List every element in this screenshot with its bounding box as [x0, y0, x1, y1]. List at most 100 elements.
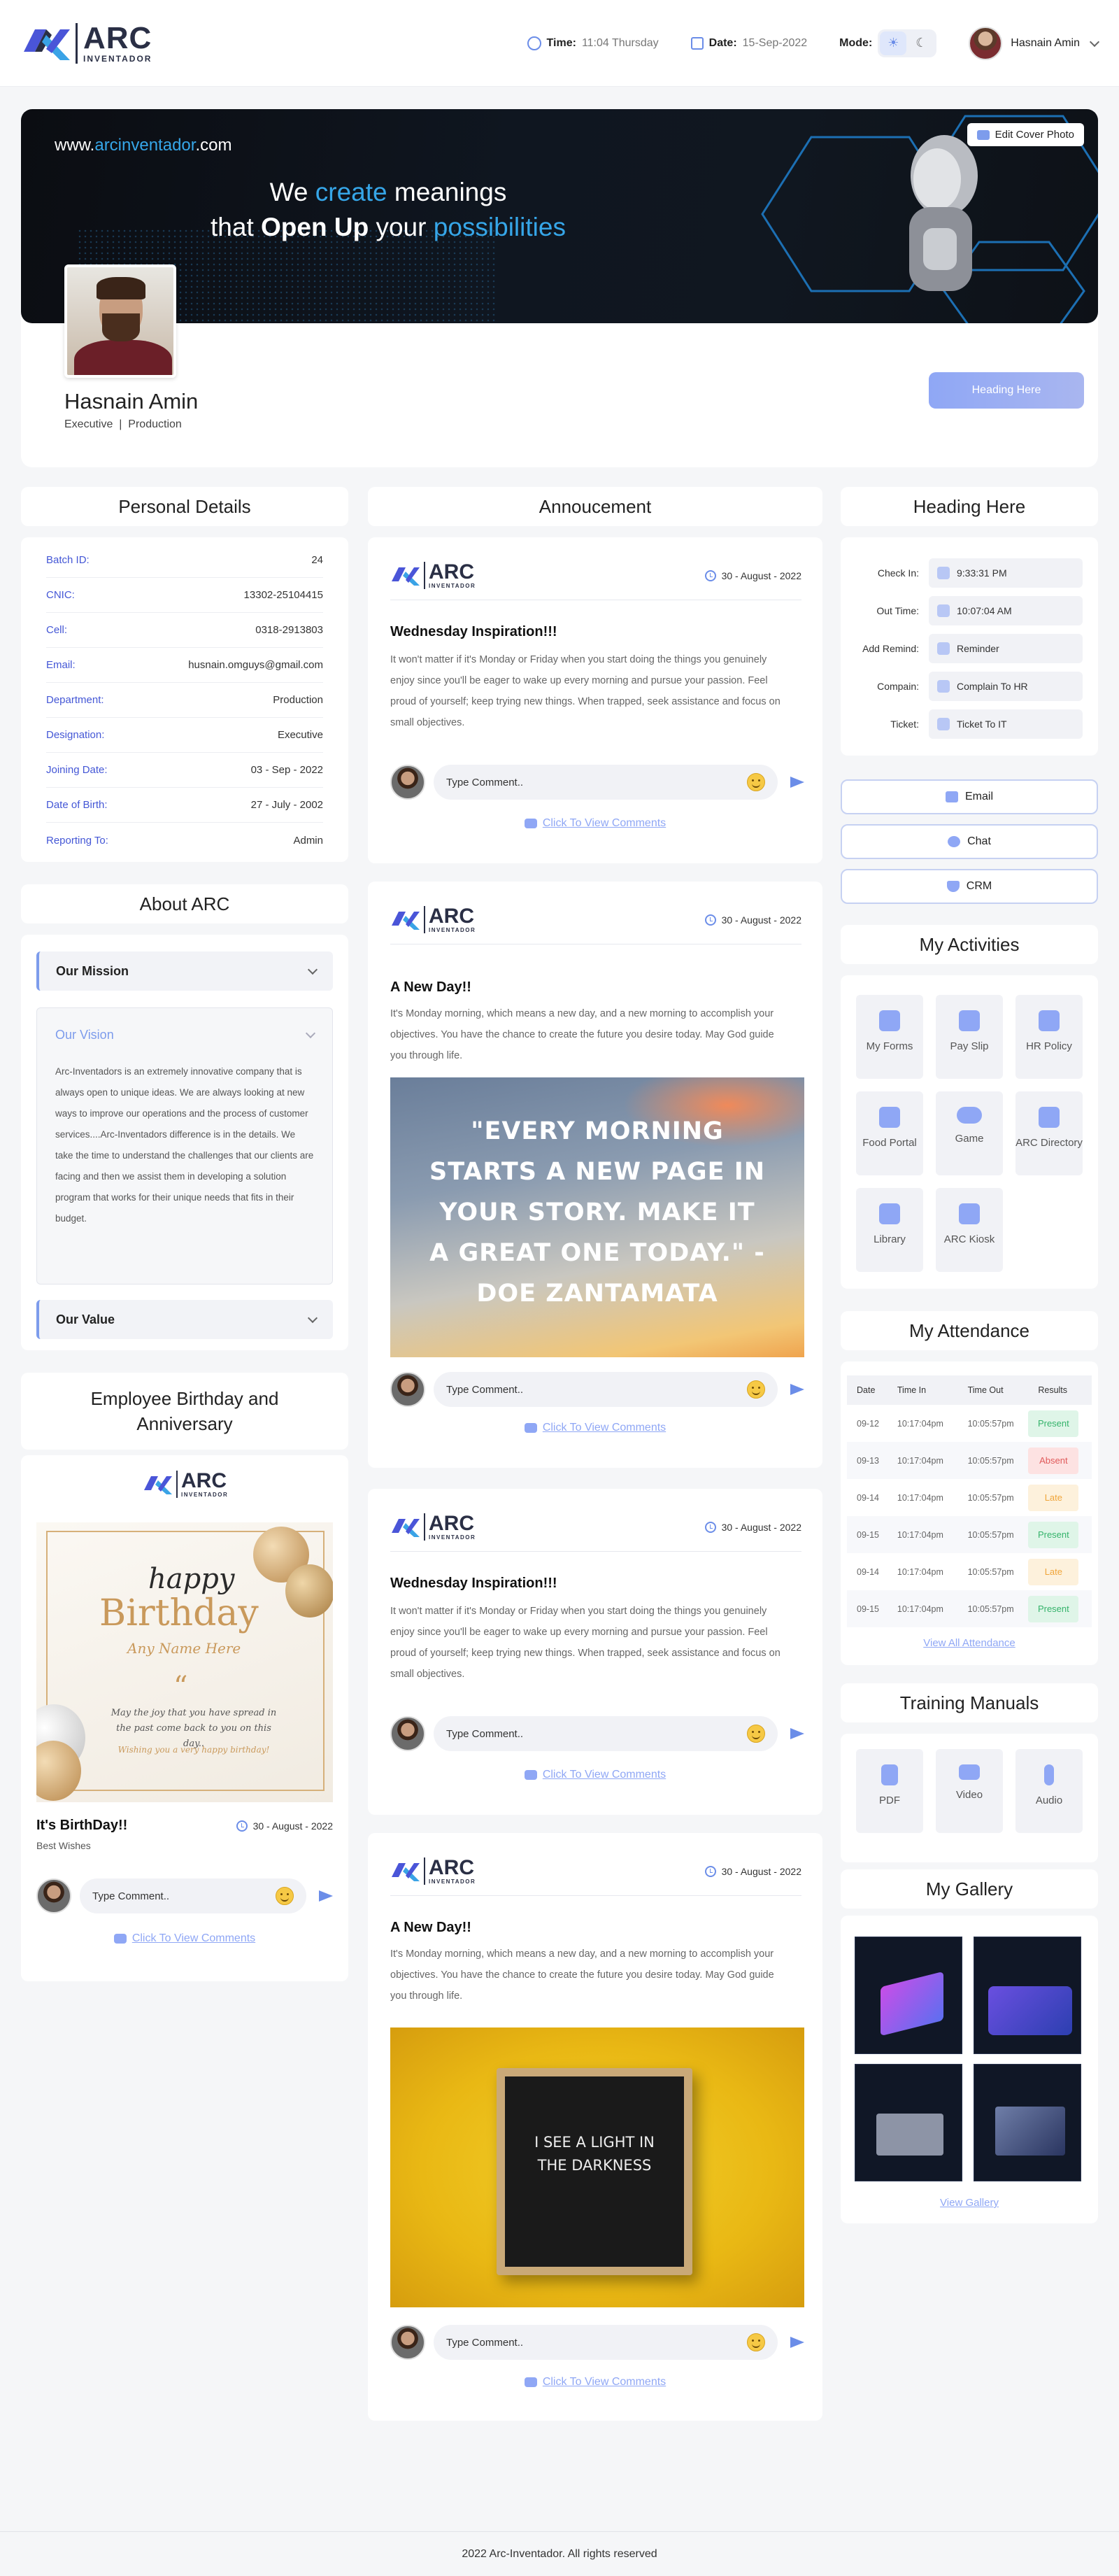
- birthday-card-image: happy Birthday Any Name Here “ May the j…: [36, 1522, 333, 1802]
- arc-logo: ARC INVENTADOR: [390, 1513, 476, 1541]
- detail-row: Cell: 0318-2913803: [46, 613, 323, 648]
- post-title: Wednesday Inspiration!!!: [390, 1576, 557, 1591]
- ticket-value: Ticket To IT: [957, 719, 1007, 730]
- post-title: A New Day!!: [390, 1920, 471, 1935]
- detail-label: Cell:: [46, 624, 68, 636]
- table-cell: 09-14: [857, 1566, 879, 1577]
- comment-input[interactable]: Type Comment..: [434, 1716, 778, 1751]
- emoji-icon[interactable]: [276, 1887, 294, 1905]
- send-icon[interactable]: [319, 1890, 333, 1902]
- quote-image-text: "EVERY MORNING STARTS A NEW PAGE IN YOUR…: [429, 1117, 766, 1308]
- view-comments-link[interactable]: Click To View Comments: [21, 1932, 348, 1945]
- detail-label: Reporting To:: [46, 834, 108, 847]
- remind-row[interactable]: Add Remind: Reminder: [841, 630, 1083, 667]
- arc-logo[interactable]: ARC INVENTADOR: [21, 21, 152, 66]
- cover-tagline-1: We create meanings: [269, 178, 507, 206]
- activity-library[interactable]: Library: [856, 1188, 923, 1272]
- detail-row: Batch ID: 24: [46, 543, 323, 578]
- send-icon[interactable]: [790, 2337, 804, 2348]
- activity-my-forms[interactable]: My Forms: [856, 995, 923, 1079]
- view-all-attendance-link[interactable]: View All Attendance: [847, 1637, 1092, 1649]
- activity-game[interactable]: Game: [936, 1091, 1003, 1175]
- emoji-icon[interactable]: [747, 2333, 765, 2351]
- send-icon[interactable]: [790, 1728, 804, 1739]
- emoji-icon[interactable]: [747, 1725, 765, 1743]
- table-cell: 10:17:04pm: [897, 1418, 943, 1429]
- time-value: 11:04 Thursday: [581, 36, 659, 49]
- clock-icon: [704, 914, 716, 926]
- logo-mark-icon: [392, 1862, 420, 1881]
- accordion-vision[interactable]: Our Vision Arc-Inventadors is an extreme…: [36, 1007, 333, 1285]
- post-date: 30 - August - 2022: [704, 1865, 801, 1877]
- activity-hr-policy[interactable]: HR Policy: [1015, 995, 1083, 1079]
- complain-row[interactable]: Compain: Complain To HR: [841, 667, 1083, 705]
- emoji-icon[interactable]: [747, 773, 765, 791]
- table-cell: 10:05:57pm: [967, 1566, 1014, 1577]
- bell-icon: [937, 642, 950, 655]
- table-row: 09-15 10:17:04pm 10:05:57pm Present: [847, 1516, 1092, 1553]
- view-gallery-link[interactable]: View Gallery: [841, 2197, 1098, 2209]
- detail-row: Reporting To: Admin: [46, 823, 323, 858]
- post-card: ARC INVENTADOR 30 - August - 2022 Wednesd…: [368, 537, 822, 863]
- comment-input[interactable]: Type Comment..: [434, 2325, 778, 2360]
- comment-input[interactable]: Type Comment..: [434, 765, 778, 800]
- activity-pay-slip[interactable]: Pay Slip: [936, 995, 1003, 1079]
- view-comments-link[interactable]: Click To View Comments: [368, 1422, 822, 1434]
- view-comments-link[interactable]: Click To View Comments: [368, 2376, 822, 2389]
- gallery-image[interactable]: [974, 1937, 1081, 2054]
- activities-title-card: My Activities: [841, 925, 1098, 964]
- gallery-image[interactable]: [974, 2064, 1081, 2181]
- page: ARC INVENTADOR Time: 11:04 Thursday Date…: [0, 0, 1119, 2576]
- moon-icon[interactable]: ☾: [908, 31, 934, 55]
- gallery-image[interactable]: [855, 1937, 962, 2054]
- comment-input[interactable]: Type Comment..: [434, 1372, 778, 1407]
- comment-bar: Type Comment..: [36, 1876, 333, 1916]
- user-menu[interactable]: Hasnain Amin: [969, 26, 1100, 60]
- view-comments-link[interactable]: Click To View Comments: [368, 817, 822, 830]
- remind-value: Reminder: [957, 643, 999, 654]
- training-video[interactable]: Video: [936, 1749, 1003, 1833]
- table-cell: 10:05:57pm: [967, 1604, 1014, 1614]
- table-header: Time In: [887, 1375, 958, 1405]
- email-button[interactable]: Email: [841, 779, 1098, 814]
- activity-arc-directory[interactable]: ARC Directory: [1015, 1091, 1083, 1175]
- crm-button[interactable]: CRM: [841, 869, 1098, 904]
- logo-mark-icon: [144, 1475, 172, 1494]
- logo-text: ARC: [83, 20, 152, 55]
- logo-mark-icon: [392, 911, 420, 930]
- table-row: 09-14 10:17:04pm 10:05:57pm Late: [847, 1553, 1092, 1590]
- comment-bar: Type Comment..: [390, 763, 804, 802]
- accordion-value[interactable]: Our Value: [36, 1300, 333, 1339]
- detail-row: Department: Production: [46, 683, 323, 718]
- remind-label: Add Remind:: [862, 643, 919, 654]
- activity-food-portal[interactable]: Food Portal: [856, 1091, 923, 1175]
- checkin-value: 9:33:31 PM: [957, 567, 1007, 579]
- profile-photo[interactable]: [64, 264, 176, 378]
- emoji-icon[interactable]: [747, 1380, 765, 1399]
- calendar-icon: [937, 604, 950, 617]
- date-display: Date: 15-Sep-2022: [690, 36, 807, 50]
- chevron-down-icon: [307, 964, 318, 975]
- top-bar: ARC INVENTADOR Time: 11:04 Thursday Date…: [0, 0, 1119, 87]
- activity-arc-kiosk[interactable]: ARC Kiosk: [936, 1188, 1003, 1272]
- chat-button[interactable]: Chat: [841, 824, 1098, 859]
- ticket-row[interactable]: Ticket: Ticket To IT: [841, 705, 1083, 743]
- comment-input[interactable]: Type Comment..: [80, 1878, 306, 1913]
- gallery-image[interactable]: [855, 2064, 962, 2181]
- date-label: Date:: [708, 36, 737, 49]
- post-date: 30 - August - 2022: [704, 914, 801, 926]
- heading-button[interactable]: Heading Here: [929, 372, 1084, 409]
- status-badge: Late: [1028, 1558, 1079, 1585]
- table-cell: 10:17:04pm: [897, 1455, 943, 1466]
- status-badge: Absent: [1028, 1447, 1079, 1474]
- view-comments-link[interactable]: Click To View Comments: [368, 1769, 822, 1781]
- training-title-card: Training Manuals: [841, 1683, 1098, 1722]
- send-icon[interactable]: [790, 1384, 804, 1395]
- training-pdf[interactable]: PDF: [856, 1749, 923, 1833]
- send-icon[interactable]: [790, 777, 804, 788]
- sun-icon[interactable]: ☀: [880, 31, 907, 55]
- edit-cover-button[interactable]: Edit Cover Photo: [967, 123, 1084, 146]
- training-audio[interactable]: Audio: [1015, 1749, 1083, 1833]
- accordion-mission[interactable]: Our Mission: [36, 951, 333, 991]
- table-cell: 09-15: [857, 1529, 879, 1540]
